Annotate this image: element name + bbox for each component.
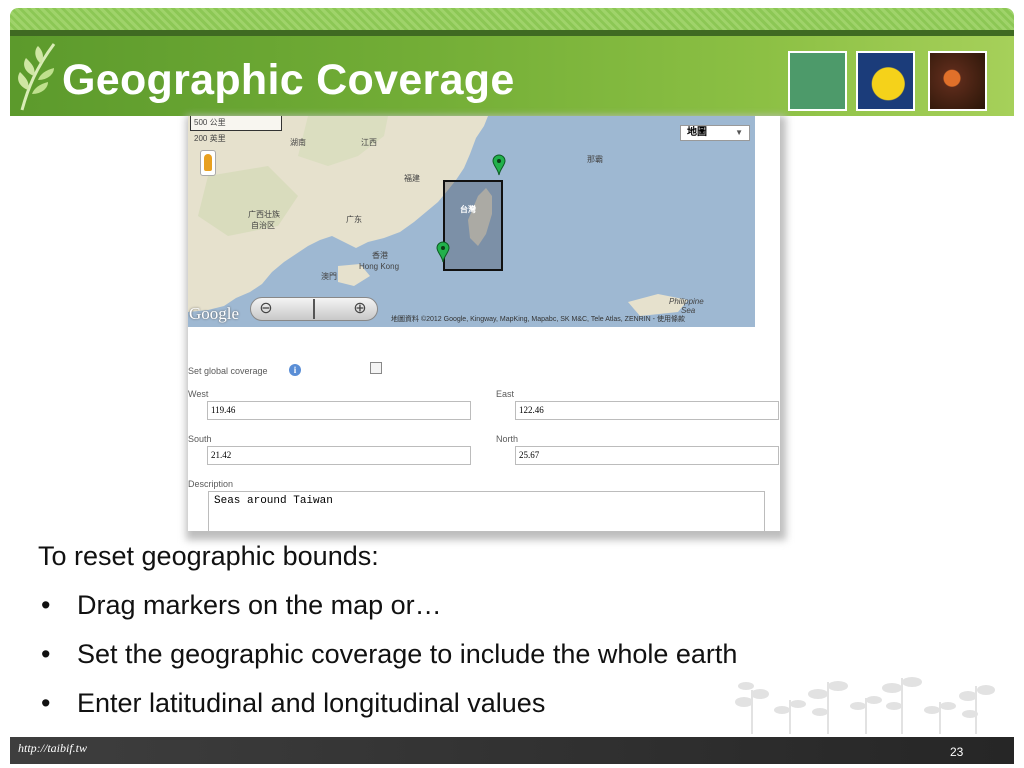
map-label-philippine: Philippine — [669, 297, 704, 306]
global-coverage-checkbox[interactable] — [370, 362, 382, 374]
bullet-dot: • — [41, 590, 51, 620]
map-label-guangxi-2: 自治区 — [251, 221, 275, 230]
coverage-rectangle[interactable] — [443, 180, 503, 271]
thumbnail-green — [788, 51, 847, 111]
description-label: Description — [188, 479, 234, 489]
map-label-jiangxi: 江西 — [361, 138, 377, 147]
west-input[interactable]: 119.46 — [207, 401, 471, 420]
bullet-list: • Drag markers on the map or… • Set the ge… — [38, 590, 737, 737]
zoom-divider — [313, 299, 315, 319]
map-label-taiwan: 台灣 — [460, 205, 476, 214]
sw-marker-pin-icon[interactable] — [436, 241, 450, 263]
bullet-item: • Drag markers on the map or… — [38, 590, 737, 639]
map-type-value: 地圖 — [687, 127, 707, 138]
plant-decoration-icon — [735, 677, 995, 734]
ne-marker-pin-icon[interactable] — [492, 154, 506, 176]
bullet-dot: • — [41, 639, 51, 669]
west-label: West — [188, 389, 209, 399]
map-label-guangdong: 广东 — [346, 215, 362, 224]
map-attribution: 地圖資料 ©2012 Google, Kingway, MapKing, Map… — [391, 316, 685, 323]
slide-title: Geographic Coverage — [62, 56, 515, 104]
map-label-naha: 那霸 — [587, 155, 603, 164]
coverage-screenshot: 500 公里 200 英里 湖南 江西 福建 广西壮族 自治区 广东 香港 Ho… — [188, 116, 780, 531]
east-label: East — [496, 389, 515, 399]
google-logo: Google — [189, 304, 240, 323]
thumbnail-fish — [856, 51, 915, 111]
zoom-out-icon[interactable]: ⊖ — [255, 299, 277, 319]
south-input[interactable]: 21.42 — [207, 446, 471, 465]
footer-bar — [10, 737, 1014, 764]
bullet-dot: • — [41, 688, 51, 718]
map-label-guangxi: 广西壮族 — [248, 210, 280, 219]
scale-mi: 200 英里 — [194, 134, 226, 143]
south-label: South — [188, 434, 212, 444]
map-label-macau: 澳門 — [321, 272, 337, 281]
thumbnail-coral — [928, 51, 987, 111]
chevron-down-icon: ▼ — [735, 128, 743, 137]
map-view[interactable]: 500 公里 200 英里 湖南 江西 福建 广西壮族 自治区 广东 香港 Ho… — [188, 116, 755, 327]
bullet-text: Set the geographic coverage to include t… — [77, 639, 738, 669]
info-icon[interactable]: i — [289, 364, 301, 376]
map-label-hongkong-en: Hong Kong — [359, 262, 400, 271]
scale-km: 500 公里 — [194, 118, 226, 127]
zoom-control: ⊖ ⊕ — [250, 297, 378, 321]
zoom-in-icon[interactable]: ⊕ — [349, 299, 371, 319]
bullet-text: Drag markers on the map or… — [77, 590, 442, 620]
description-textarea[interactable]: Seas around Taiwan — [208, 491, 765, 531]
body-heading: To reset geographic bounds: — [38, 541, 379, 571]
north-label: North — [496, 434, 519, 444]
pegman-icon[interactable] — [200, 150, 216, 176]
footer-url[interactable]: http://taibif.tw — [18, 741, 87, 756]
leaf-icon — [18, 43, 56, 111]
east-input[interactable]: 122.46 — [515, 401, 779, 420]
bullet-item: • Enter latitudinal and longitudinal valu… — [38, 688, 737, 737]
global-coverage-label: Set global coverage — [188, 366, 268, 376]
north-input[interactable]: 25.67 — [515, 446, 779, 465]
map-label-hongkong-zh: 香港 — [372, 251, 388, 260]
header-stripe — [10, 8, 1014, 30]
map-label-fujian: 福建 — [404, 174, 420, 183]
page-number: 23 — [950, 745, 964, 759]
map-type-dropdown[interactable]: 地圖 ▼ — [680, 125, 750, 141]
bullet-item: • Set the geographic coverage to include … — [38, 639, 737, 688]
bullet-text: Enter latitudinal and longitudinal value… — [77, 688, 546, 718]
map-label-hunan: 湖南 — [290, 138, 306, 147]
